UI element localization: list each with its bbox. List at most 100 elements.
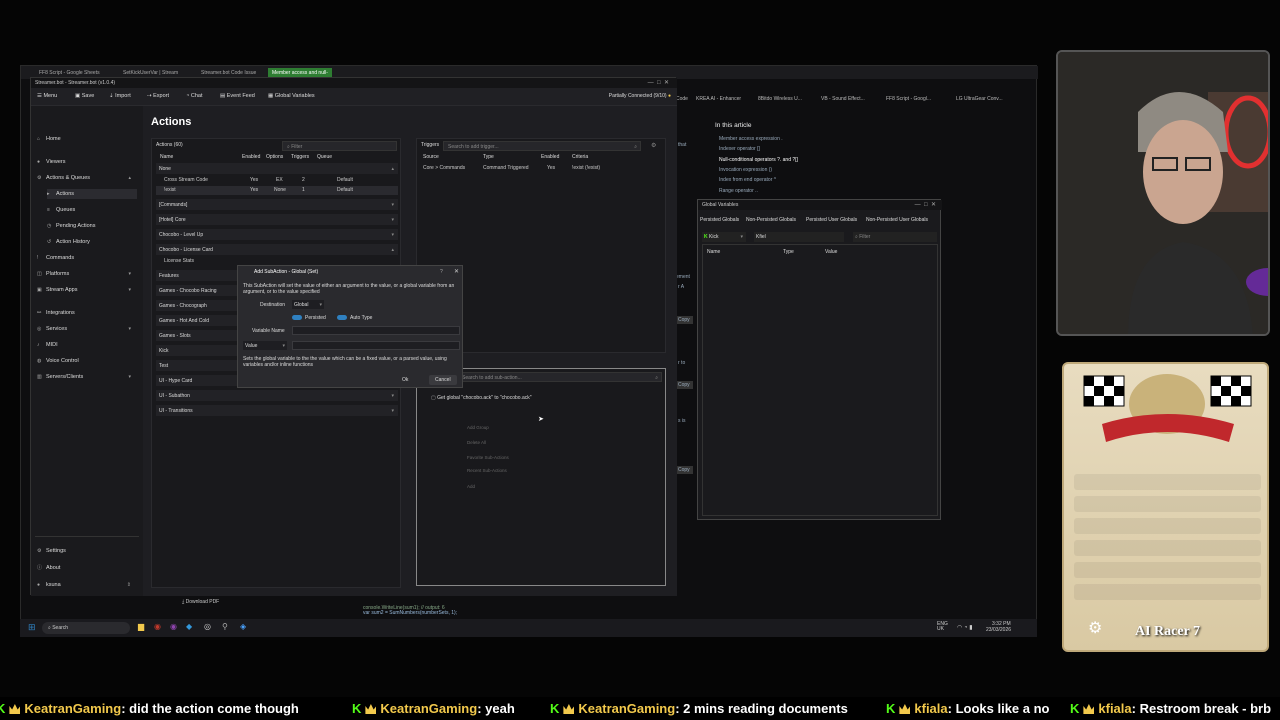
action-group[interactable]: UI - Subathon ▾ xyxy=(156,390,398,401)
col-header[interactable]: Value xyxy=(825,249,837,255)
bookmark[interactable]: FF8 Script - Googl... xyxy=(886,96,931,102)
language-indicator[interactable]: ENG UK xyxy=(937,622,948,632)
sidebar-item-user[interactable]: ● ksuna ⇕ xyxy=(37,580,137,590)
value-input[interactable] xyxy=(292,341,460,350)
table-row[interactable]: Cross Stream Code Yes EX 2 Default xyxy=(156,176,398,185)
menu-button[interactable]: ☰ Menu xyxy=(37,93,57,99)
network-icon[interactable]: ◠ ◔ ▮ xyxy=(957,624,973,631)
bookmark[interactable]: KREA AI - Enhancer xyxy=(696,96,741,102)
help-icon[interactable]: ? xyxy=(440,269,443,275)
streamerbot-icon[interactable]: ◈ xyxy=(240,622,246,631)
bookmark[interactable]: 8Bitdo Wireless U... xyxy=(758,96,802,102)
destination-select[interactable]: Global ▾ xyxy=(292,300,324,309)
bookmark[interactable]: VB - Sound Effect... xyxy=(821,96,865,102)
bookmark[interactable]: Code xyxy=(676,96,688,102)
col-header[interactable]: Enabled xyxy=(242,154,260,160)
action-group[interactable]: UI - Transitions ▾ xyxy=(156,405,398,416)
sidebar-item-servers[interactable]: ▥ Servers/Clients ▾ xyxy=(37,372,137,382)
sidebar-item-actions-queues[interactable]: ⚙ Actions & Queues ▴ xyxy=(37,173,137,183)
app-icon[interactable]: ⚲ xyxy=(222,622,228,631)
action-group[interactable]: [Hotel] Core ▾ xyxy=(156,214,398,225)
sidebar-item-viewers[interactable]: ● Viewers xyxy=(37,157,137,167)
context-menu-item[interactable]: Add xyxy=(467,484,475,489)
toc-link[interactable]: Range operator .. xyxy=(719,188,758,194)
sidebar-item-settings[interactable]: ⚙ Settings xyxy=(37,546,137,556)
variable-name-input[interactable] xyxy=(292,326,460,335)
app-icon[interactable]: ◎ xyxy=(204,622,211,631)
toc-link[interactable]: Indexer operator [] xyxy=(719,146,760,152)
table-row-selected[interactable]: !exist Yes None 1 Default xyxy=(156,186,398,195)
tab-non-persisted-user[interactable]: Non-Persisted User Globals xyxy=(866,217,928,223)
actions-filter-input[interactable]: ⌕ Filter xyxy=(282,141,397,151)
sidebar-item-integrations[interactable]: ⚯ Integrations xyxy=(37,308,137,318)
context-menu-item[interactable]: Favorite Sub-Actions xyxy=(467,455,509,460)
table-row[interactable]: Core > Commands Command Triggered Yes !exis… xyxy=(419,164,661,173)
action-group[interactable]: Chocobo - License Card ▴ xyxy=(156,244,398,255)
sidebar-item-commands[interactable]: ! Commands xyxy=(37,253,137,263)
taskbar-search[interactable]: ⌕ Search xyxy=(42,622,130,634)
save-button[interactable]: ▣ Save xyxy=(75,93,94,99)
sidebar-item-about[interactable]: ⓘ About xyxy=(37,562,137,572)
action-group[interactable]: None ▴ xyxy=(156,163,398,174)
filter-input[interactable]: ⌕ Filter xyxy=(853,232,937,242)
sidebar-item-pending[interactable]: ◷ Pending Actions xyxy=(47,221,147,231)
subaction-item[interactable]: ▢ Get global "chocobo.ack" to "chocobo.a… xyxy=(431,395,532,401)
cancel-button[interactable]: Cancel xyxy=(429,375,457,385)
connection-status[interactable]: Partially Connected (9/10) ● xyxy=(609,93,671,99)
action-group[interactable]: [Commands] ▾ xyxy=(156,199,398,210)
sidebar-item-history[interactable]: ↺ Action History xyxy=(47,237,147,247)
sidebar-item-queues[interactable]: ≡ Queues xyxy=(47,205,147,215)
toc-link[interactable]: Member access expression . xyxy=(719,136,783,142)
auto-type-toggle[interactable]: Auto Type xyxy=(337,315,372,321)
sidebar-item-midi[interactable]: ♪ MIDI xyxy=(37,340,137,350)
download-pdf-link[interactable]: ⤓ Download PDF xyxy=(182,599,219,605)
copy-button[interactable]: Copy xyxy=(675,381,693,389)
tab-persisted-user[interactable]: Persisted User Globals xyxy=(806,217,857,223)
persisted-toggle[interactable]: Persisted xyxy=(292,315,326,321)
sidebar-item-stream-apps[interactable]: ▣ Stream Apps ▾ xyxy=(37,285,137,295)
context-menu-item[interactable]: Recent Sub-Actions xyxy=(467,468,507,473)
import-button[interactable]: ⇣ Import xyxy=(109,93,131,99)
global-variables-button[interactable]: ▦ Global Variables xyxy=(268,93,315,99)
col-header[interactable]: Queue xyxy=(317,154,332,160)
subaction-search-input[interactable]: Search to add sub-action... ⌕ xyxy=(457,372,662,382)
windows-start-icon[interactable]: ⊞ xyxy=(28,622,36,633)
sidebar-item-platforms[interactable]: ◫ Platforms ▾ xyxy=(37,269,137,279)
tab-non-persisted[interactable]: Non-Persisted Globals xyxy=(746,217,796,223)
export-button[interactable]: ⇢ Export xyxy=(147,93,169,99)
toc-link[interactable]: Index from end operator ^ xyxy=(719,177,776,183)
context-menu-item[interactable]: Add Group xyxy=(467,425,489,430)
col-header[interactable]: Criteria xyxy=(572,154,588,160)
sidebar-item-home[interactable]: ⌂ Home xyxy=(37,134,137,144)
user-filter-input[interactable]: Kfiel xyxy=(754,232,844,242)
app-icon[interactable]: ◉ xyxy=(154,622,161,631)
sidebar-item-services[interactable]: ◎ Services ▾ xyxy=(37,324,137,334)
action-group[interactable]: Chocobo - Level Up ▾ xyxy=(156,229,398,240)
context-menu-item[interactable]: Delete All xyxy=(467,440,486,445)
copy-button[interactable]: Copy xyxy=(675,316,693,324)
window-controls[interactable]: — □ ✕ xyxy=(648,79,669,86)
chat-button[interactable]: ◔ Chat xyxy=(186,93,202,99)
col-header[interactable]: Source xyxy=(423,154,439,160)
toc-link-active[interactable]: Null-conditional operators ?. and ?[] xyxy=(719,157,798,163)
col-header[interactable]: Name xyxy=(160,154,173,160)
toc-link[interactable]: Invocation expression () xyxy=(719,167,772,173)
event-feed-button[interactable]: ▤ Event Feed xyxy=(220,93,255,99)
clock-date[interactable]: 23/03/2026 xyxy=(986,627,1011,633)
ok-button[interactable]: Ok xyxy=(396,375,414,385)
value-type-select[interactable]: Value ▾ xyxy=(243,341,287,350)
settings-icon[interactable]: ⚙ xyxy=(651,142,656,149)
col-header[interactable]: Type xyxy=(783,249,794,255)
folder-icon[interactable]: ▆ xyxy=(138,622,144,631)
app-icon[interactable]: ◆ xyxy=(186,622,192,631)
trigger-search-input[interactable]: Search to add trigger... ⌕ xyxy=(443,141,641,151)
col-header[interactable]: Enabled xyxy=(541,154,559,160)
tab-persisted[interactable]: Persisted Globals xyxy=(700,217,739,223)
close-icon[interactable]: ✕ xyxy=(454,268,459,275)
col-header[interactable]: Options xyxy=(266,154,283,160)
sidebar-item-voice[interactable]: ◍ Voice Control xyxy=(37,356,137,366)
platform-select[interactable]: K Kick ▾ xyxy=(702,232,746,242)
bookmark[interactable]: LG UltraGear Conv... xyxy=(956,96,1003,102)
app-icon[interactable]: ◉ xyxy=(170,622,177,631)
sidebar-item-actions[interactable]: ▸ Actions xyxy=(47,189,137,199)
